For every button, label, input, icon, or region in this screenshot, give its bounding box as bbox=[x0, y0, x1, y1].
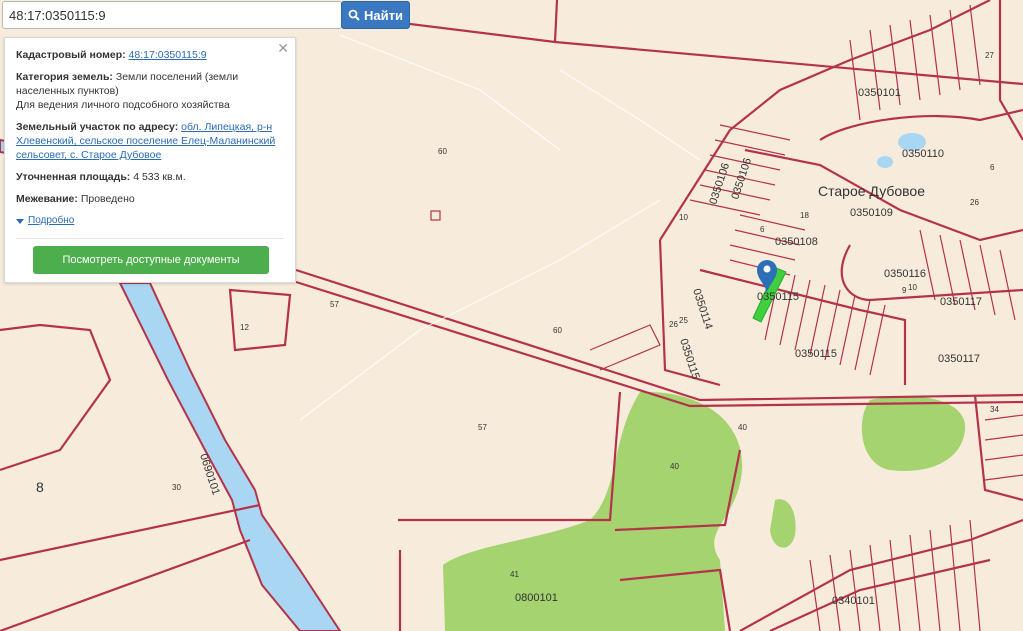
area-row: Уточненная площадь: 4 533 кв.м. bbox=[16, 170, 284, 184]
quarter-label: 0350115 bbox=[795, 348, 837, 360]
parcel-number: 57 bbox=[330, 300, 339, 309]
village-boundary bbox=[840, 244, 1023, 302]
parcel-number: 26 bbox=[970, 198, 979, 207]
survey-label: Межевание: bbox=[16, 193, 78, 205]
quarter-label: 0350101 bbox=[970, 0, 1013, 3]
track bbox=[299, 199, 661, 421]
parcel-number: 60 bbox=[553, 326, 562, 335]
quarter-label: 0350117 bbox=[938, 353, 980, 365]
parcel-number: 34 bbox=[990, 405, 999, 414]
quarter-label: 0350101 bbox=[858, 87, 901, 99]
boundary-line bbox=[228, 288, 292, 352]
search-button[interactable]: Найти bbox=[341, 1, 410, 29]
parcel-lines bbox=[809, 519, 981, 631]
parcel-lines bbox=[849, 4, 981, 121]
parcel-number: 9 bbox=[902, 286, 907, 295]
parcel-number: 26 bbox=[669, 320, 678, 329]
area-value: 4 533 кв.м. bbox=[133, 171, 186, 183]
cadastral-label: Кадастровый номер: bbox=[16, 49, 126, 61]
cadastral-link[interactable]: 48:17:0350115:9 bbox=[129, 49, 207, 61]
parcel-number: 10 bbox=[679, 213, 688, 222]
chevron-down-icon bbox=[16, 218, 24, 224]
parcel-number: 6 bbox=[990, 163, 995, 172]
boundary-line bbox=[398, 391, 622, 522]
boundary-line bbox=[337, 13, 1023, 86]
forest-area bbox=[861, 396, 966, 471]
more-details-link[interactable]: Подробно bbox=[16, 214, 284, 228]
category-label: Категория земель: bbox=[16, 71, 113, 83]
parcel-number: 41 bbox=[510, 570, 519, 579]
quarter-label: 0350106 bbox=[729, 156, 754, 200]
track bbox=[339, 34, 561, 151]
parcel-number: 18 bbox=[800, 211, 809, 220]
more-details-label: Подробно bbox=[28, 215, 75, 226]
view-documents-button[interactable]: Посмотреть доступные документы bbox=[33, 246, 269, 274]
address-row: Земельный участок по адресу: обл. Липецк… bbox=[16, 120, 284, 162]
quarter-label: 0350116 bbox=[884, 268, 926, 280]
boundary-line bbox=[0, 323, 112, 472]
river bbox=[118, 282, 342, 631]
parcel-number: 25 bbox=[679, 316, 688, 325]
village-boundary bbox=[699, 268, 907, 385]
boundary-line bbox=[0, 538, 251, 631]
parcel-number: 40 bbox=[738, 423, 747, 432]
survey-value: Проведено bbox=[80, 193, 135, 205]
quarter-label: 0800101 bbox=[515, 592, 558, 604]
cadastral-row: Кадастровый номер: 48:17:0350115:9 bbox=[16, 48, 284, 62]
category-row: Категория земель: Земли поселений (земли… bbox=[16, 70, 284, 112]
parcel-number: 6 bbox=[760, 225, 765, 234]
quarter-label: 0350109 bbox=[850, 207, 893, 219]
address-label: Земельный участок по адресу: bbox=[16, 121, 179, 133]
quarter-label: 0350108 bbox=[775, 236, 818, 248]
parcel-number: 10 bbox=[908, 283, 917, 292]
quarter-label: 0350114 bbox=[690, 287, 714, 331]
village-name: Старое Дубовое bbox=[818, 183, 925, 199]
quarter-label: 0350117 bbox=[940, 296, 982, 308]
parcel-number: 27 bbox=[985, 51, 994, 60]
village-boundary bbox=[973, 394, 1023, 502]
survey-row: Межевание: Проведено bbox=[16, 192, 284, 206]
search-icon bbox=[348, 9, 360, 21]
area-label: Уточненная площадь: bbox=[16, 171, 131, 183]
quarter-label: 0350115 bbox=[757, 291, 799, 303]
parcel-number: 60 bbox=[438, 147, 447, 156]
parcel-number: 8 bbox=[36, 479, 44, 495]
quarter-label: 0350106 bbox=[707, 161, 732, 205]
boundary-line bbox=[553, 0, 559, 43]
search-input[interactable] bbox=[2, 1, 342, 29]
parcel-lines bbox=[589, 324, 661, 371]
quarter-label: 0340101 bbox=[832, 595, 875, 607]
category-use: Для ведения личного подсобного хозяйства bbox=[16, 99, 230, 111]
search-button-label: Найти bbox=[364, 7, 403, 23]
small-parcel bbox=[430, 210, 441, 221]
track bbox=[559, 69, 701, 161]
close-icon[interactable]: ✕ bbox=[277, 41, 289, 55]
forest-area bbox=[770, 499, 796, 548]
parcel-number: 40 bbox=[670, 462, 679, 471]
parcel-number: 30 bbox=[172, 483, 181, 492]
parcel-number: 12 bbox=[240, 323, 249, 332]
parcel-lines bbox=[984, 414, 1023, 481]
quarter-label: 0350110 bbox=[902, 148, 944, 160]
forest-area bbox=[443, 391, 743, 631]
parcel-number: 57 bbox=[478, 423, 487, 432]
parcel-info-panel: ✕ Кадастровый номер: 48:17:0350115:9 Кат… bbox=[4, 37, 296, 283]
village-boundary bbox=[998, 0, 1023, 141]
boundary-line bbox=[0, 503, 261, 562]
pond bbox=[877, 156, 893, 168]
divider bbox=[16, 238, 284, 239]
